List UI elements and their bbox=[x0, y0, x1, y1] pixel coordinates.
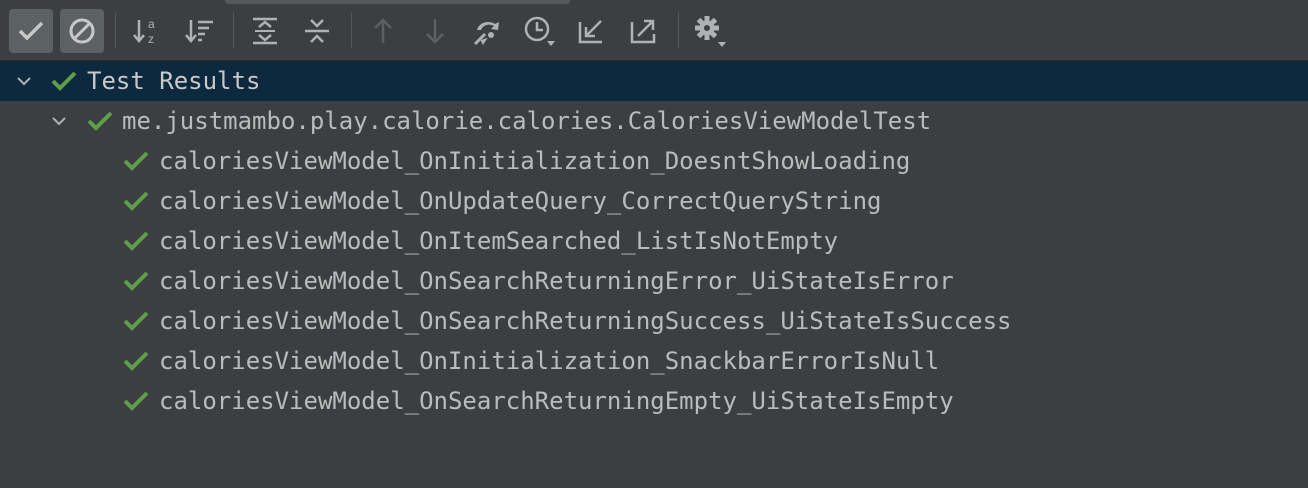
import-tests-button[interactable] bbox=[465, 9, 509, 53]
expand-all-icon bbox=[253, 17, 277, 45]
passed-check-icon bbox=[123, 351, 149, 371]
test-row[interactable]: caloriesViewModel_OnSearchReturningError… bbox=[0, 261, 1308, 301]
expand-all-button[interactable] bbox=[243, 9, 287, 53]
show-ignored-button[interactable] bbox=[60, 9, 104, 53]
test-label: caloriesViewModel_OnInitialization_Doesn… bbox=[159, 147, 911, 175]
toolbar-top-handle bbox=[225, 0, 570, 4]
test-label: caloriesViewModel_OnInitialization_Snack… bbox=[159, 347, 940, 375]
test-row[interactable]: caloriesViewModel_OnInitialization_Doesn… bbox=[0, 141, 1308, 181]
tree-suite-label: me.justmambo.play.calorie.calories.Calor… bbox=[122, 107, 932, 135]
sort-duration-icon bbox=[185, 20, 213, 43]
import-icon bbox=[473, 22, 499, 46]
test-row[interactable]: caloriesViewModel_OnItemSearched_ListIsN… bbox=[0, 221, 1308, 261]
arrow-up-icon bbox=[374, 18, 392, 43]
export-results-button[interactable] bbox=[621, 9, 665, 53]
toolbar-separator bbox=[678, 12, 679, 48]
chevron-down-icon[interactable] bbox=[16, 73, 32, 89]
settings-button[interactable] bbox=[688, 9, 732, 53]
test-row[interactable]: caloriesViewModel_OnSearchReturningSucce… bbox=[0, 301, 1308, 341]
chevron-down-icon[interactable] bbox=[51, 113, 67, 129]
arrow-down-icon bbox=[426, 19, 444, 44]
test-label: caloriesViewModel_OnUpdateQuery_CorrectQ… bbox=[159, 187, 882, 215]
toolbar-separator bbox=[233, 12, 234, 48]
passed-check-icon bbox=[123, 231, 149, 251]
passed-check-icon bbox=[51, 71, 77, 91]
test-label: caloriesViewModel_OnItemSearched_ListIsN… bbox=[159, 227, 839, 255]
arrow-export-icon bbox=[630, 19, 656, 44]
test-row[interactable]: caloriesViewModel_OnUpdateQuery_CorrectQ… bbox=[0, 181, 1308, 221]
sort-alphabetically-button[interactable]: a z bbox=[126, 9, 170, 53]
previous-failed-button[interactable] bbox=[361, 9, 405, 53]
test-row[interactable]: caloriesViewModel_OnInitialization_Snack… bbox=[0, 341, 1308, 381]
passed-check-icon bbox=[123, 271, 149, 291]
check-icon bbox=[18, 21, 44, 41]
next-failed-button[interactable] bbox=[413, 9, 457, 53]
show-passed-button[interactable] bbox=[9, 9, 53, 53]
tree-root-row[interactable]: Test Results bbox=[0, 61, 1308, 101]
tree-suite-row[interactable]: me.justmambo.play.calorie.calories.Calor… bbox=[0, 101, 1308, 141]
test-results-tree: Test Results me.justmambo.play.calorie.c… bbox=[0, 60, 1308, 488]
test-label: caloriesViewModel_OnSearchReturningError… bbox=[159, 267, 954, 295]
toolbar-separator bbox=[115, 12, 116, 48]
passed-check-icon bbox=[123, 191, 149, 211]
passed-check-icon bbox=[123, 311, 149, 331]
collapse-all-icon bbox=[305, 19, 329, 43]
svg-text:a: a bbox=[148, 17, 155, 31]
toolbar-separator bbox=[351, 12, 352, 48]
test-label: caloriesViewModel_OnSearchReturningSucce… bbox=[159, 307, 1012, 335]
tree-root-label: Test Results bbox=[87, 67, 261, 95]
passed-check-icon bbox=[123, 151, 149, 171]
test-history-button[interactable] bbox=[517, 9, 561, 53]
collapse-all-button[interactable] bbox=[295, 9, 339, 53]
clock-icon bbox=[524, 16, 555, 46]
svg-text:z: z bbox=[148, 32, 154, 46]
sort-by-duration-button[interactable] bbox=[178, 9, 222, 53]
arrow-import-icon bbox=[578, 20, 602, 44]
sort-az-icon: a z bbox=[133, 17, 155, 46]
gear-icon bbox=[695, 16, 726, 47]
test-row[interactable]: caloriesViewModel_OnSearchReturningEmpty… bbox=[0, 381, 1308, 421]
passed-check-icon bbox=[87, 111, 113, 131]
test-label: caloriesViewModel_OnSearchReturningEmpty… bbox=[159, 387, 954, 415]
test-runner-toolbar: a z bbox=[0, 0, 1308, 60]
import-results-button[interactable] bbox=[569, 9, 613, 53]
cancel-circle-icon bbox=[69, 18, 95, 44]
passed-check-icon bbox=[123, 391, 149, 411]
